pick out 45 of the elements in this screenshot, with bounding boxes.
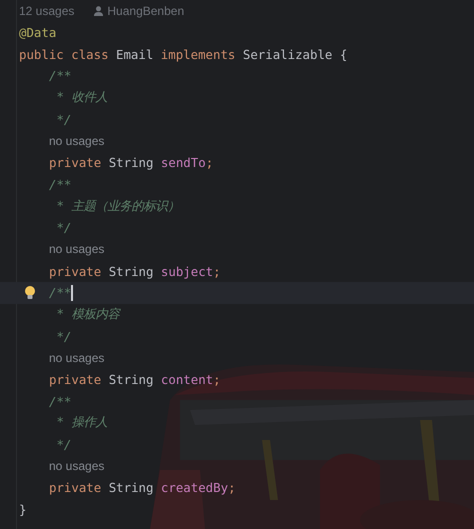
code-token: {	[340, 46, 348, 62]
code-token: public	[19, 46, 64, 62]
doc-comment: * 主题（业务的标识）	[55, 198, 180, 215]
doc-comment: */	[55, 437, 72, 452]
doc-comment: /**	[49, 68, 72, 84]
code-token: private	[49, 264, 102, 279]
usages-hint[interactable]: no usages	[49, 242, 104, 256]
code-token: createdBy	[160, 480, 228, 496]
code-token: class	[71, 46, 109, 62]
code-token: Serializable	[242, 46, 332, 62]
code-token: implements	[160, 46, 236, 62]
code-token: ;	[213, 264, 221, 279]
code-token: private	[49, 480, 102, 496]
person-icon	[94, 6, 104, 16]
lightbulb-icon[interactable]	[24, 286, 36, 300]
doc-comment: */	[55, 112, 72, 127]
doc-comment: * 模板内容	[55, 306, 120, 323]
code-token: }	[19, 502, 26, 518]
doc-comment: /**	[49, 394, 72, 409]
code-token: sendTo	[160, 155, 206, 170]
author-hint[interactable]: HuangBenben	[107, 4, 184, 18]
doc-comment: * 操作人	[55, 414, 108, 432]
usages-hint[interactable]: no usages	[49, 134, 104, 148]
code-token: ;	[228, 480, 236, 496]
code-token: private	[49, 372, 102, 388]
usages-hint[interactable]: 12 usages	[19, 4, 74, 18]
doc-comment: * 收件人	[55, 89, 108, 106]
doc-comment: */	[55, 220, 72, 236]
code-token: Email	[116, 46, 154, 62]
code-token: String	[108, 264, 154, 279]
doc-comment: /**	[49, 285, 72, 300]
doc-comment: */	[55, 328, 72, 344]
code-token: content	[160, 372, 214, 388]
code-token: ;	[213, 372, 221, 388]
code-token: String	[108, 480, 154, 496]
code-token: @Data	[19, 25, 56, 40]
code-token: subject	[160, 264, 214, 279]
code-token: ;	[206, 155, 214, 170]
code-token: String	[108, 155, 154, 170]
code-token: private	[49, 155, 102, 170]
text-caret	[71, 284, 73, 301]
usages-hint[interactable]: no usages	[49, 350, 104, 365]
doc-comment: /**	[49, 176, 72, 192]
usages-hint[interactable]: no usages	[49, 459, 104, 474]
code-token: String	[108, 372, 154, 388]
